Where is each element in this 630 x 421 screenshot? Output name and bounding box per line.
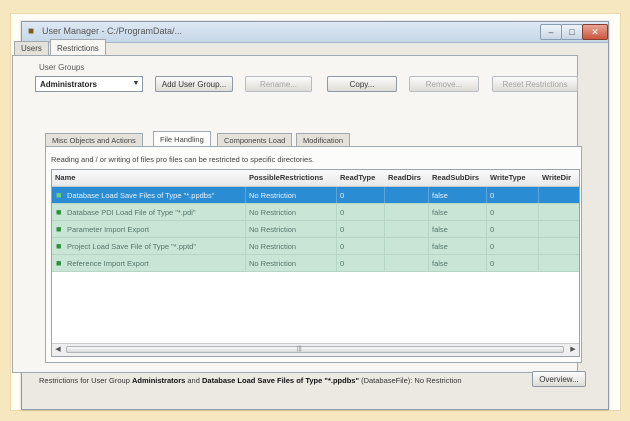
row-restriction: No Restriction [249, 225, 297, 234]
row-restriction: No Restriction [249, 259, 297, 268]
reset-restrictions-button[interactable]: Reset Restrictions [492, 76, 578, 92]
row-read-subdirs: false [432, 191, 448, 200]
tab-restrictions[interactable]: Restrictions [50, 39, 106, 55]
close-button[interactable]: ✕ [582, 24, 608, 40]
restrictions-table: Name PossibleRestrictions ReadType ReadD… [51, 169, 580, 357]
lock-icon: ■ [56, 241, 62, 251]
lock-icon: ■ [56, 207, 62, 217]
table-row[interactable]: ■ Parameter Import Export No Restriction… [52, 221, 579, 238]
copy-button[interactable]: Copy... [327, 76, 397, 92]
row-read-subdirs: false [432, 259, 448, 268]
scroll-right-arrow-icon[interactable]: ▶ [567, 344, 579, 355]
lock-icon: ■ [56, 224, 62, 234]
overview-button[interactable]: Overview... [532, 371, 586, 387]
minimize-button[interactable]: – [540, 24, 562, 40]
user-groups-label: User Groups [39, 63, 85, 72]
status-line: Restrictions for User Group Administrato… [39, 376, 462, 385]
row-restriction: No Restriction [249, 208, 297, 217]
user-group-selected-value: Administrators [40, 80, 97, 89]
row-write-type: 0 [490, 208, 495, 217]
row-read-subdirs: false [432, 225, 448, 234]
column-header-write-type[interactable]: WriteType [490, 173, 526, 182]
row-read-subdirs: false [432, 208, 448, 217]
lock-icon: ■ [56, 190, 62, 200]
scrollbar-thumb[interactable]: ||| [66, 346, 564, 353]
column-header-write-dir[interactable]: WriteDir [542, 173, 571, 182]
row-write-type: 0 [490, 242, 495, 251]
lock-icon: ■ [56, 258, 62, 268]
column-header-read-subdirs[interactable]: ReadSubDirs [432, 173, 479, 182]
maximize-button[interactable]: □ [561, 24, 583, 40]
tab-file-handling[interactable]: File Handling [153, 131, 211, 146]
chevron-down-icon[interactable]: ▼ [130, 77, 142, 91]
row-read-type: 0 [340, 208, 345, 217]
status-prefix: Restrictions for User Group [39, 376, 132, 385]
window-title: User Manager - C:/ProgramData/... [42, 26, 183, 36]
row-read-type: 0 [340, 191, 345, 200]
row-read-type: 0 [340, 242, 345, 251]
column-header-possible-restrictions[interactable]: PossibleRestrictions [249, 173, 323, 182]
tab-modification[interactable]: Modification [296, 133, 351, 146]
table-row[interactable]: ■ Database Load Save Files of Type "*.pp… [52, 187, 579, 204]
column-header-read-dirs[interactable]: ReadDirs [388, 173, 421, 182]
remove-button[interactable]: Remove... [409, 76, 479, 92]
table-row[interactable]: ■ Reference Import Export No Restriction… [52, 255, 579, 272]
status-middle: and [185, 376, 202, 385]
status-suffix: (DatabaseFile): No Restriction [359, 376, 462, 385]
row-name: Parameter Import Export [67, 225, 150, 234]
row-restriction: No Restriction [249, 242, 297, 251]
tab-misc-objects[interactable]: Misc Objects and Actions [45, 133, 143, 146]
status-group: Administrators [131, 376, 186, 385]
row-read-subdirs: false [432, 242, 448, 251]
tab-components-load[interactable]: Components Load [217, 133, 293, 146]
status-item: Database Load Save Files of Type "*.ppdb… [201, 376, 359, 385]
rename-button[interactable]: Rename... [245, 76, 312, 92]
add-user-group-button[interactable]: Add User Group... [155, 76, 233, 92]
column-header-name[interactable]: Name [55, 173, 75, 182]
row-write-type: 0 [490, 259, 495, 268]
horizontal-scrollbar[interactable]: ◀ ||| ▶ [52, 343, 579, 356]
table-row[interactable]: ■ Project Load Save File of Type "*.pptd… [52, 238, 579, 255]
user-group-select[interactable]: Administrators ▼ [35, 76, 143, 92]
row-name: Project Load Save File of Type "*.pptd" [67, 242, 197, 251]
table-header: Name PossibleRestrictions ReadType ReadD… [52, 170, 579, 187]
row-name: Reference Import Export [67, 259, 149, 268]
hint-text: Reading and / or writing of files pro fi… [51, 155, 315, 164]
app-icon: ■ [28, 26, 35, 37]
row-write-type: 0 [490, 225, 495, 234]
table-row[interactable]: ■ Database PDI Load File of Type "*.pdi"… [52, 204, 579, 221]
row-name: Database PDI Load File of Type "*.pdi" [67, 208, 196, 217]
tab-users[interactable]: Users [14, 41, 49, 55]
title-bar[interactable]: ■ User Manager - C:/ProgramData/... – □ … [22, 22, 608, 43]
row-read-type: 0 [340, 259, 345, 268]
column-header-read-type[interactable]: ReadType [340, 173, 375, 182]
row-write-type: 0 [490, 191, 495, 200]
scroll-left-arrow-icon[interactable]: ◀ [52, 344, 64, 355]
row-name: Database Load Save Files of Type "*.ppdb… [67, 191, 215, 200]
row-read-type: 0 [340, 225, 345, 234]
row-restriction: No Restriction [249, 191, 297, 200]
